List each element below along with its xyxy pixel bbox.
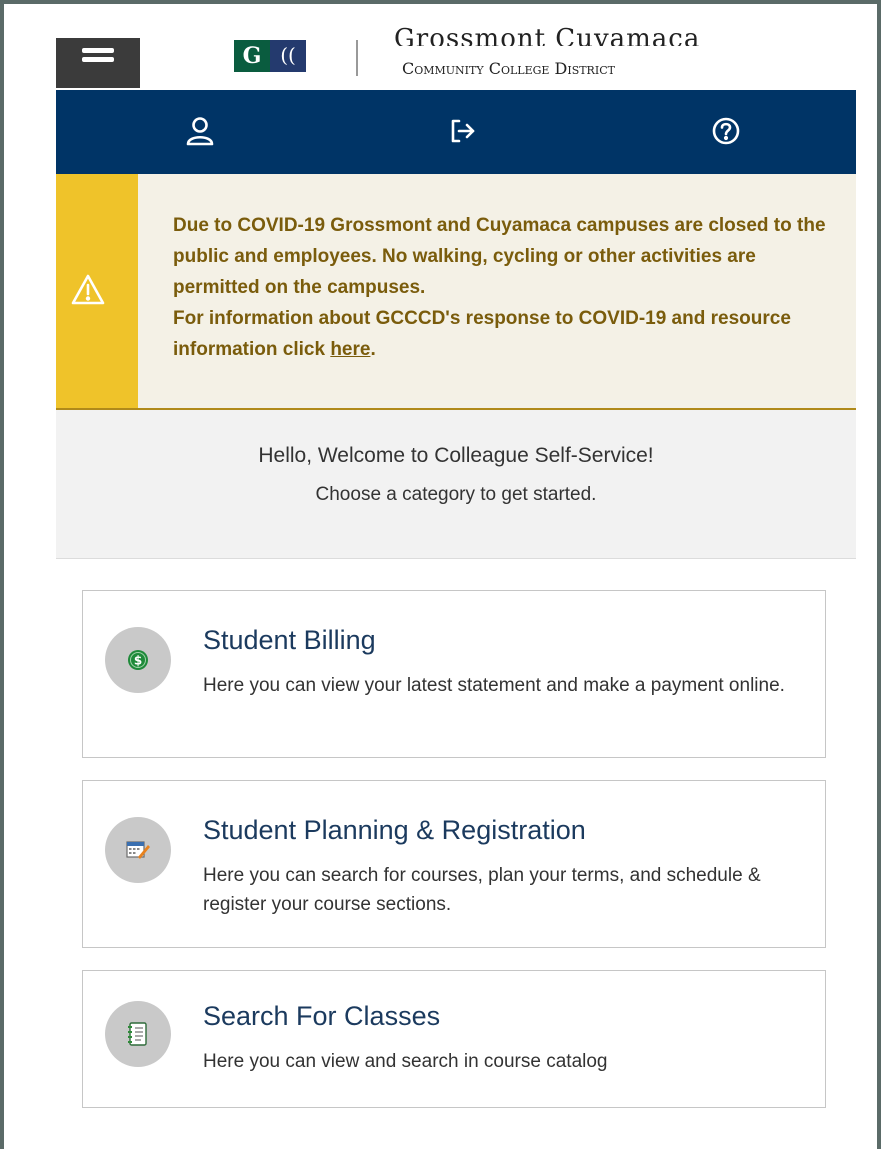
user-icon bbox=[186, 116, 214, 145]
card-icon-circle bbox=[105, 817, 171, 883]
help-button[interactable] bbox=[706, 112, 746, 152]
sign-out-icon bbox=[451, 119, 475, 142]
card-description: Here you can search for courses, plan yo… bbox=[203, 865, 761, 915]
category-card-search-classes[interactable]: Search For Classes Here you can view and… bbox=[82, 970, 826, 1108]
logo-letter-g: G bbox=[234, 40, 270, 72]
site-header: G (( Grossmont Cuyamaca Community Colleg… bbox=[4, 4, 877, 90]
help-icon bbox=[712, 117, 740, 144]
college-logo[interactable]: G (( bbox=[234, 40, 306, 72]
card-title: Student Planning & Registration bbox=[203, 815, 586, 845]
alert-line-1: Due to COVID-19 Grossmont and Cuyamaca c… bbox=[173, 215, 826, 298]
category-card-student-billing[interactable]: $ Student Billing Here you can view your… bbox=[82, 590, 826, 758]
alert-message: Due to COVID-19 Grossmont and Cuyamaca c… bbox=[173, 210, 833, 365]
alert-line-2-suffix: . bbox=[370, 339, 376, 360]
svg-text:$: $ bbox=[134, 654, 142, 668]
alert-bar bbox=[56, 174, 138, 408]
welcome-subtitle: Choose a category to get started. bbox=[315, 484, 597, 505]
card-title: Search For Classes bbox=[203, 1001, 441, 1031]
sign-out-button[interactable] bbox=[442, 112, 482, 152]
district-name-top: Grossmont Cuyamaca bbox=[394, 26, 701, 46]
logo-divider bbox=[356, 40, 358, 76]
card-description: Here you can view your latest statement … bbox=[203, 675, 785, 696]
logo-letter-c: (( bbox=[270, 40, 306, 72]
hamburger-menu-button[interactable] bbox=[56, 38, 140, 88]
user-profile-button[interactable] bbox=[180, 112, 220, 152]
covid-alert-banner: Due to COVID-19 Grossmont and Cuyamaca c… bbox=[56, 174, 856, 410]
card-icon-circle: $ bbox=[105, 627, 171, 693]
card-description: Here you can view and search in course c… bbox=[203, 1051, 608, 1072]
welcome-panel: Hello, Welcome to Colleague Self-Service… bbox=[56, 410, 856, 559]
calendar-icon bbox=[126, 841, 150, 859]
catalog-icon bbox=[128, 1022, 147, 1046]
district-name: Community College District bbox=[402, 59, 615, 78]
covid-info-link[interactable]: here bbox=[330, 339, 370, 360]
top-navbar bbox=[56, 90, 856, 174]
category-card-student-planning[interactable]: Student Planning & Registration Here you… bbox=[82, 780, 826, 948]
page-viewport: G (( Grossmont Cuyamaca Community Colleg… bbox=[4, 4, 877, 1149]
card-title: Student Billing bbox=[203, 625, 376, 655]
alert-line-2: For information about GCCCD's response t… bbox=[173, 303, 833, 365]
card-icon-circle bbox=[105, 1001, 171, 1067]
alert-line-2-prefix: For information about GCCCD's response t… bbox=[173, 308, 791, 360]
dollar-icon: $ bbox=[128, 650, 148, 670]
warning-icon bbox=[71, 274, 105, 305]
welcome-title: Hello, Welcome to Colleague Self-Service… bbox=[258, 444, 654, 467]
